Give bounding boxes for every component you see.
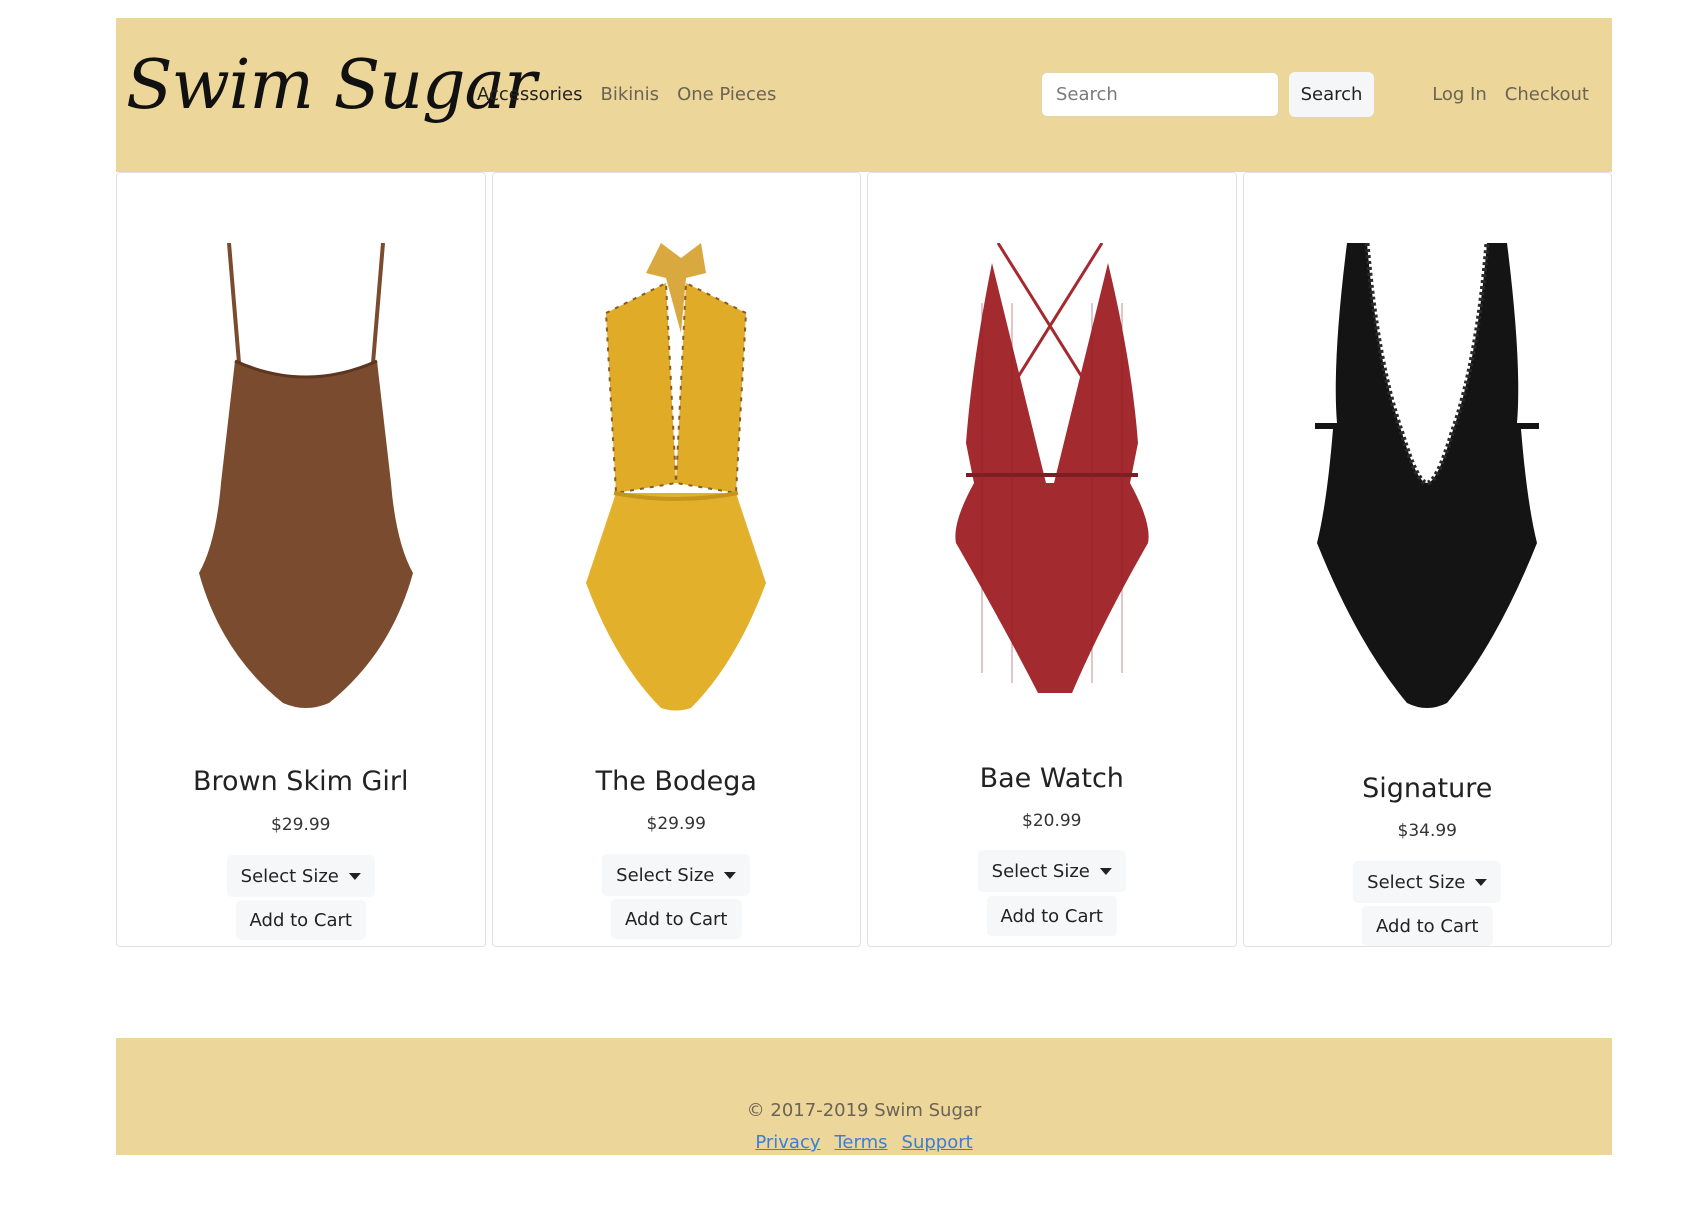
swimsuit-image (198, 243, 413, 708)
nav-link-accessories[interactable]: Accessories (468, 84, 592, 105)
product-card: Signature $34.99 Select Size Add to Cart (1242, 172, 1612, 947)
caret-down-icon (724, 872, 737, 879)
product-name: Signature (1362, 773, 1493, 804)
copyright-text: © 2017-2019 Swim Sugar (746, 1100, 982, 1121)
product-card: The Bodega $29.99 Select Size Add to Car… (491, 172, 861, 947)
select-size-label: Select Size (991, 860, 1090, 882)
swimsuit-image (1315, 243, 1540, 708)
add-to-cart-button[interactable]: Add to Cart (611, 899, 742, 939)
select-size-label: Select Size (240, 865, 339, 887)
nav-link-one-pieces[interactable]: One Pieces (668, 84, 785, 105)
select-size-button[interactable]: Select Size (602, 854, 751, 896)
site-footer: © 2017-2019 Swim Sugar Privacy Terms Sup… (116, 1038, 1612, 1155)
product-price: $29.99 (271, 815, 331, 835)
product-name: Brown Skim Girl (192, 766, 409, 797)
search-button[interactable]: Search (1289, 72, 1374, 117)
select-size-button[interactable]: Select Size (226, 855, 375, 897)
product-card: Brown Skim Girl $29.99 Select Size Add t… (116, 172, 486, 947)
select-size-button[interactable]: Select Size (1353, 861, 1502, 903)
caret-down-icon (1475, 879, 1488, 886)
product-name: Bae Watch (979, 763, 1124, 794)
terms-link[interactable]: Terms (835, 1132, 888, 1153)
footer-links: Privacy Terms Support (116, 1132, 1612, 1153)
swimsuit-image (955, 243, 1149, 693)
product-price: $34.99 (1397, 821, 1457, 841)
product-grid: Brown Skim Girl $29.99 Select Size Add t… (116, 172, 1612, 947)
main-nav: Accessories Bikinis One Pieces (468, 84, 785, 105)
product-name: The Bodega (595, 766, 757, 797)
header-navbar: Swim Sugar Accessories Bikinis One Piece… (116, 18, 1612, 172)
product-price: $29.99 (646, 814, 706, 834)
product-image[interactable] (1244, 243, 1612, 708)
select-size-label: Select Size (616, 864, 715, 886)
add-to-cart-button[interactable]: Add to Cart (986, 896, 1117, 936)
caret-down-icon (348, 873, 361, 880)
auth-links: Log In Checkout (1423, 84, 1598, 105)
privacy-link[interactable]: Privacy (755, 1132, 820, 1153)
search-input[interactable] (1041, 72, 1279, 117)
select-size-button[interactable]: Select Size (977, 850, 1126, 892)
checkout-link[interactable]: Checkout (1496, 84, 1598, 105)
product-image[interactable] (117, 243, 485, 708)
select-size-label: Select Size (1367, 871, 1466, 893)
product-image[interactable] (493, 243, 861, 711)
caret-down-icon (1099, 868, 1112, 875)
product-card: Bae Watch $20.99 Select Size Add to Cart (867, 172, 1237, 947)
add-to-cart-button[interactable]: Add to Cart (1362, 906, 1493, 946)
swimsuit-image (586, 243, 767, 711)
login-link[interactable]: Log In (1423, 84, 1496, 105)
product-image[interactable] (868, 243, 1236, 703)
product-price: $20.99 (1022, 811, 1082, 831)
nav-link-bikinis[interactable]: Bikinis (592, 84, 669, 105)
support-link[interactable]: Support (902, 1132, 973, 1153)
add-to-cart-button[interactable]: Add to Cart (235, 900, 366, 940)
